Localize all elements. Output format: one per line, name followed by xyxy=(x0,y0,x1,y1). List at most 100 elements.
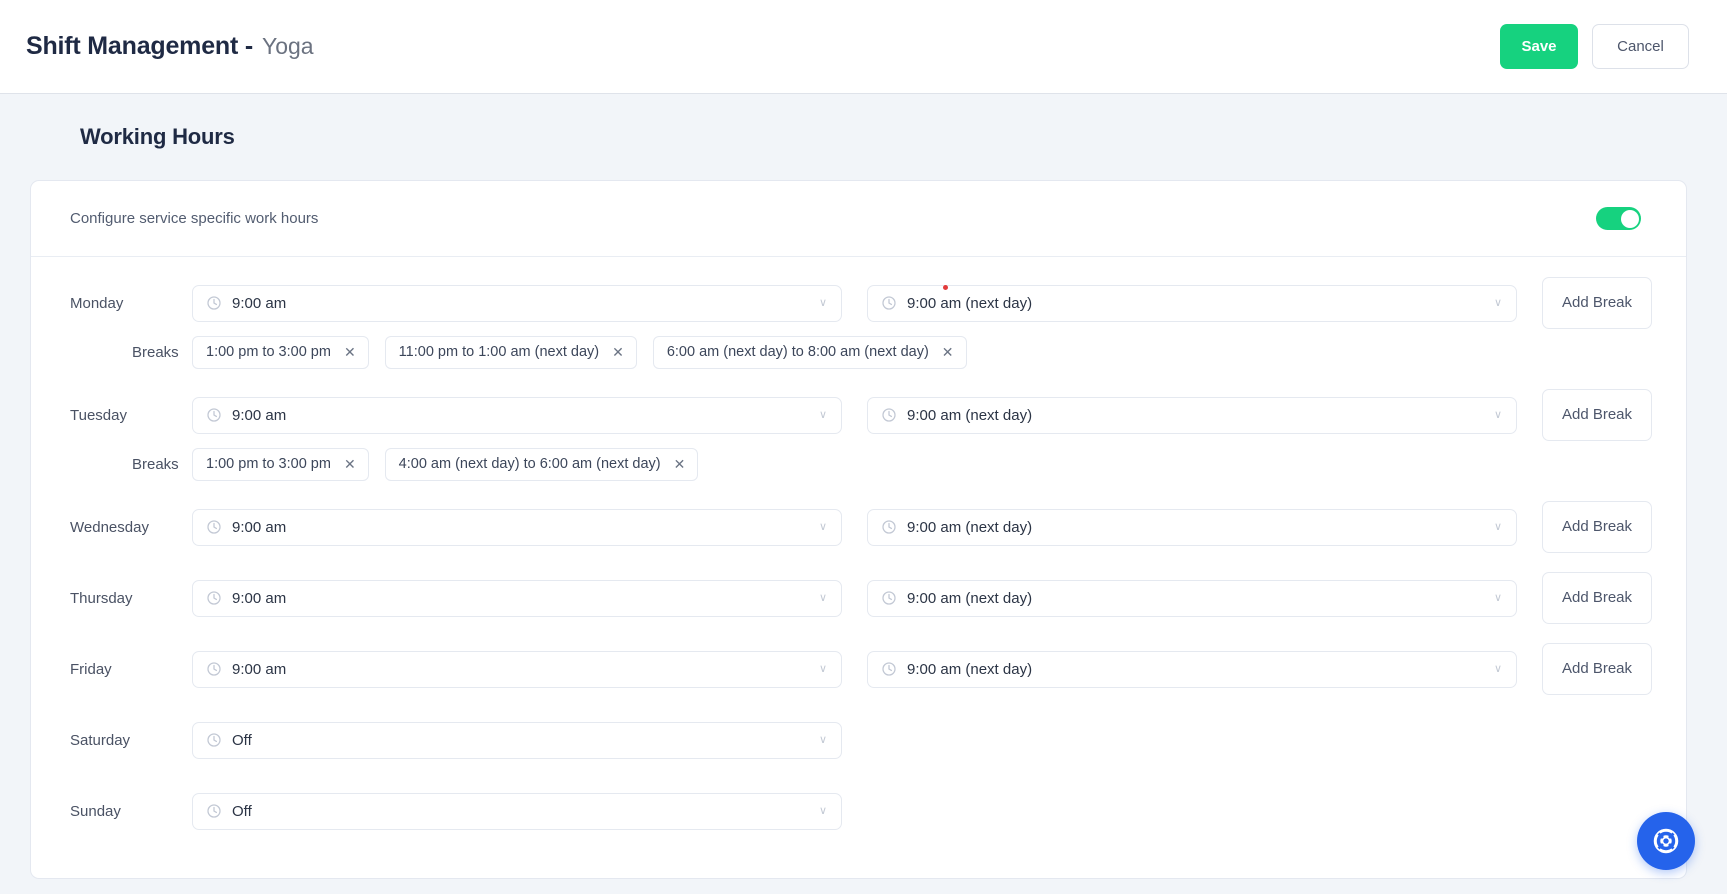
start-time-value: 9:00 am xyxy=(232,660,287,678)
day-rows-container: Monday 9:00 am ∨ 9:00 am (next day) ∨ Add Bre… xyxy=(31,257,1686,878)
cancel-button[interactable]: Cancel xyxy=(1592,24,1689,69)
chevron-down-icon: ∨ xyxy=(818,662,827,675)
row-spacer xyxy=(31,486,1686,503)
start-time-value: 9:00 am xyxy=(232,589,287,607)
start-time-select-wednesday[interactable]: 9:00 am ∨ xyxy=(192,508,842,546)
start-time-select-thursday[interactable]: 9:00 am ∨ xyxy=(192,579,842,617)
day-row: Friday 9:00 am ∨ 9:00 am (next day) ∨ Add Bre… xyxy=(31,643,1686,695)
break-chip-label: 11:00 pm to 1:00 am (next day) xyxy=(398,344,600,360)
break-chips: 1:00 pm to 3:00 pm ✕ 11:00 pm to 1:00 am (… xyxy=(192,335,967,369)
day-row: Saturday Off ∨ xyxy=(31,716,1686,764)
chevron-down-icon: ∨ xyxy=(818,733,827,746)
break-chip: 1:00 pm to 3:00 pm ✕ xyxy=(192,447,369,481)
remove-break-icon[interactable]: ✕ xyxy=(942,345,954,359)
end-time-select-wednesday[interactable]: 9:00 am (next day) ∨ xyxy=(867,508,1517,546)
add-break-button-monday[interactable]: Add Break xyxy=(1542,277,1652,329)
clock-icon-wrap xyxy=(206,661,222,677)
configure-service-hours-toggle[interactable] xyxy=(1596,207,1641,230)
day-block: Friday 9:00 am ∨ 9:00 am (next day) ∨ Add Bre… xyxy=(31,643,1686,716)
configure-label: Configure service specific work hours xyxy=(70,210,319,227)
remove-break-icon[interactable]: ✕ xyxy=(674,457,686,471)
break-chip-label: 1:00 pm to 3:00 pm xyxy=(206,456,331,472)
add-break-button-friday[interactable]: Add Break xyxy=(1542,643,1652,695)
page-body: Working Hours Configure service specific… xyxy=(0,94,1727,894)
start-time-value: Off xyxy=(232,731,252,749)
end-time-select-thursday[interactable]: 9:00 am (next day) ∨ xyxy=(867,579,1517,617)
break-chip: 11:00 pm to 1:00 am (next day) ✕ xyxy=(384,335,637,369)
day-row: Thursday 9:00 am ∨ 9:00 am (next day) ∨ Add B… xyxy=(31,572,1686,624)
clock-icon xyxy=(207,662,221,676)
break-chip: 1:00 pm to 3:00 pm ✕ xyxy=(192,335,369,369)
break-chip-label: 1:00 pm to 3:00 pm xyxy=(206,344,331,360)
header-actions: Save Cancel xyxy=(1500,24,1689,69)
clock-icon xyxy=(207,520,221,534)
day-block: Wednesday 9:00 am ∨ 9:00 am (next day) ∨ Add … xyxy=(31,501,1686,574)
day-label-sunday: Sunday xyxy=(70,802,121,820)
clock-icon xyxy=(207,804,221,818)
end-time-select-tuesday[interactable]: 9:00 am (next day) ∨ xyxy=(867,396,1517,434)
clock-icon xyxy=(207,733,221,747)
day-row: Wednesday 9:00 am ∨ 9:00 am (next day) ∨ Add … xyxy=(31,501,1686,553)
clock-icon-wrap xyxy=(881,661,897,677)
toggle-knob xyxy=(1620,209,1639,228)
day-label-saturday: Saturday xyxy=(70,731,131,749)
day-block: Tuesday 9:00 am ∨ 9:00 am (next day) ∨ Add Br… xyxy=(31,389,1686,503)
breaks-label: Breaks xyxy=(132,455,179,473)
end-time-select-monday[interactable]: 9:00 am (next day) ∨ xyxy=(867,284,1517,322)
clock-icon-wrap xyxy=(881,295,897,311)
day-label-monday: Monday xyxy=(70,294,124,312)
add-break-button-thursday[interactable]: Add Break xyxy=(1542,572,1652,624)
start-time-select-saturday[interactable]: Off ∨ xyxy=(192,721,842,759)
breaks-row: Breaks 1:00 pm to 3:00 pm ✕ 4:00 am (next d… xyxy=(31,442,1686,486)
end-time-value: 9:00 am (next day) xyxy=(907,294,1033,312)
start-time-select-friday[interactable]: 9:00 am ∨ xyxy=(192,650,842,688)
end-time-value: 9:00 am (next day) xyxy=(907,406,1033,424)
end-time-value: 9:00 am (next day) xyxy=(907,518,1033,536)
section-title: Working Hours xyxy=(80,124,235,149)
add-break-button-tuesday[interactable]: Add Break xyxy=(1542,389,1652,441)
start-time-select-sunday[interactable]: Off ∨ xyxy=(192,792,842,830)
row-spacer xyxy=(31,835,1686,858)
start-time-value: 9:00 am xyxy=(232,406,287,424)
clock-icon xyxy=(882,408,896,422)
day-block: Sunday Off ∨ xyxy=(31,787,1686,858)
remove-break-icon[interactable]: ✕ xyxy=(612,345,624,359)
break-chip: 4:00 am (next day) to 6:00 am (next day)… xyxy=(384,447,699,481)
card-header: Configure service specific work hours xyxy=(31,181,1686,257)
row-spacer xyxy=(31,764,1686,787)
clock-icon xyxy=(207,296,221,310)
help-support-button[interactable] xyxy=(1637,812,1695,870)
add-break-button-wednesday[interactable]: Add Break xyxy=(1542,501,1652,553)
start-time-value: Off xyxy=(232,802,252,820)
save-button[interactable]: Save xyxy=(1500,24,1578,69)
day-row: Tuesday 9:00 am ∨ 9:00 am (next day) ∨ Add Br… xyxy=(31,389,1686,441)
day-block: Thursday 9:00 am ∨ 9:00 am (next day) ∨ Add B… xyxy=(31,572,1686,645)
day-block: Monday 9:00 am ∨ 9:00 am (next day) ∨ Add Bre… xyxy=(31,277,1686,391)
chevron-down-icon: ∨ xyxy=(818,804,827,817)
end-time-select-friday[interactable]: 9:00 am (next day) ∨ xyxy=(867,650,1517,688)
app-header: Shift Management - Yoga Save Cancel xyxy=(0,0,1727,94)
remove-break-icon[interactable]: ✕ xyxy=(344,457,356,471)
clock-icon xyxy=(882,662,896,676)
unsaved-indicator-dot xyxy=(943,284,948,290)
page-title: Shift Management - Yoga xyxy=(26,32,314,61)
day-row: Sunday Off ∨ xyxy=(31,787,1686,835)
chevron-down-icon: ∨ xyxy=(1493,296,1502,309)
clock-icon-wrap xyxy=(206,732,222,748)
start-time-select-monday[interactable]: 9:00 am ∨ xyxy=(192,284,842,322)
clock-icon-wrap xyxy=(206,590,222,606)
chevron-down-icon: ∨ xyxy=(1493,591,1502,604)
clock-icon xyxy=(882,520,896,534)
day-label-friday: Friday xyxy=(70,660,112,678)
start-time-value: 9:00 am xyxy=(232,294,287,312)
clock-icon xyxy=(207,408,221,422)
page-title-service: Yoga xyxy=(261,33,314,59)
chevron-down-icon: ∨ xyxy=(818,408,827,421)
start-time-select-tuesday[interactable]: 9:00 am ∨ xyxy=(192,396,842,434)
remove-break-icon[interactable]: ✕ xyxy=(344,345,356,359)
clock-icon-wrap xyxy=(881,590,897,606)
clock-icon-wrap xyxy=(206,407,222,423)
chevron-down-icon: ∨ xyxy=(1493,520,1502,533)
day-label-thursday: Thursday xyxy=(70,589,133,607)
break-chip-label: 6:00 am (next day) to 8:00 am (next day) xyxy=(666,344,929,360)
